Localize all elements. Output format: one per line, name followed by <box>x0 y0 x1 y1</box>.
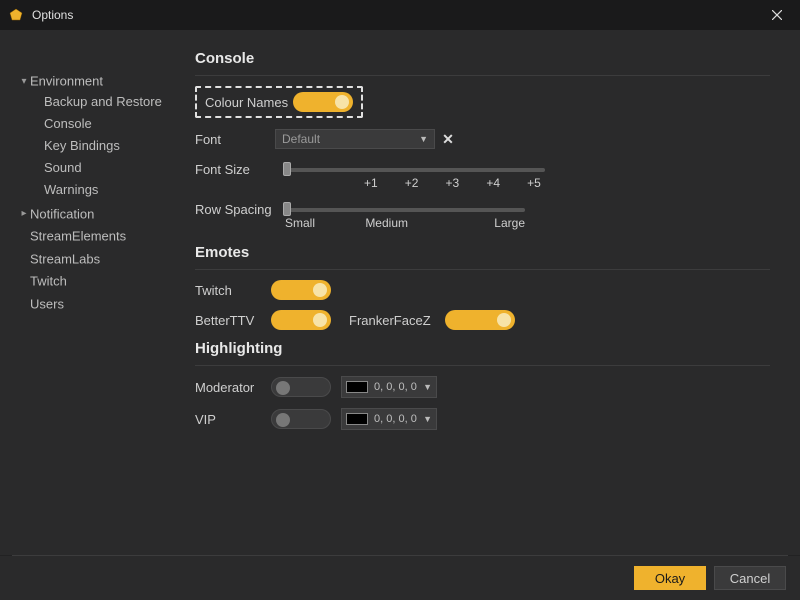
chevron-down-icon: ▼ <box>423 414 432 424</box>
cancel-button[interactable]: Cancel <box>714 566 786 590</box>
chevron-down-icon: ▼ <box>423 382 432 392</box>
colour-names-toggle[interactable] <box>293 92 353 112</box>
moderator-color-picker[interactable]: 0, 0, 0, 0 ▼ <box>341 376 437 398</box>
sidebar-item-streamelements[interactable]: StreamElements <box>0 225 185 248</box>
colour-names-highlight: Colour Names <box>195 86 363 118</box>
section-title-highlighting: Highlighting <box>195 340 770 357</box>
sidebar-item-twitch[interactable]: Twitch <box>0 270 185 293</box>
frankerfacez-label: FrankerFaceZ <box>349 313 431 328</box>
options-window: Options ▾Environment Backup and Restore … <box>0 0 800 600</box>
titlebar: Options <box>0 0 800 30</box>
moderator-toggle[interactable] <box>271 377 331 397</box>
divider <box>195 365 770 366</box>
section-title-emotes: Emotes <box>195 244 770 261</box>
moderator-label: Moderator <box>195 380 261 395</box>
window-title: Options <box>32 8 762 22</box>
sidebar-item-key-bindings[interactable]: Key Bindings <box>44 135 179 157</box>
row-spacing-slider[interactable] <box>285 208 525 212</box>
sidebar-item-environment[interactable]: ▾Environment Backup and Restore Console … <box>0 70 185 203</box>
color-swatch-icon <box>346 413 368 425</box>
sidebar-item-users[interactable]: Users <box>0 293 185 316</box>
app-icon <box>8 7 24 23</box>
sidebar-item-notification[interactable]: ▸Notification <box>0 203 185 226</box>
chevron-right-icon: ▸ <box>18 205 30 223</box>
close-button[interactable] <box>762 0 792 30</box>
frankerfacez-toggle[interactable] <box>445 310 515 330</box>
footer: Okay Cancel <box>0 556 800 600</box>
font-label: Font <box>195 132 275 147</box>
divider <box>195 269 770 270</box>
row-spacing-label: Row Spacing <box>195 200 275 217</box>
chevron-down-icon: ▾ <box>18 73 30 91</box>
font-select[interactable]: Default ▼ <box>275 129 435 149</box>
sidebar-item-streamlabs[interactable]: StreamLabs <box>0 248 185 271</box>
font-size-label: Font Size <box>195 160 275 177</box>
betterttv-toggle[interactable] <box>271 310 331 330</box>
vip-toggle[interactable] <box>271 409 331 429</box>
color-swatch-icon <box>346 381 368 393</box>
colour-names-label: Colour Names <box>205 95 293 110</box>
twitch-emotes-toggle[interactable] <box>271 280 331 300</box>
vip-color-picker[interactable]: 0, 0, 0, 0 ▼ <box>341 408 437 430</box>
sidebar-item-sound[interactable]: Sound <box>44 157 179 179</box>
section-title-console: Console <box>195 50 770 67</box>
betterttv-label: BetterTTV <box>195 313 261 328</box>
twitch-label: Twitch <box>195 283 261 298</box>
vip-label: VIP <box>195 412 261 427</box>
sidebar-item-console[interactable]: Console <box>44 113 179 135</box>
sidebar-item-warnings[interactable]: Warnings <box>44 179 179 201</box>
okay-button[interactable]: Okay <box>634 566 706 590</box>
font-clear-button[interactable]: ✕ <box>439 130 457 148</box>
chevron-down-icon: ▼ <box>419 134 428 144</box>
font-size-slider[interactable] <box>285 168 545 172</box>
divider <box>195 75 770 76</box>
main-panel: Console Colour Names Font Default ▼ ✕ Fo… <box>185 30 800 555</box>
sidebar: ▾Environment Backup and Restore Console … <box>0 30 185 555</box>
sidebar-item-backup-and-restore[interactable]: Backup and Restore <box>44 91 179 113</box>
